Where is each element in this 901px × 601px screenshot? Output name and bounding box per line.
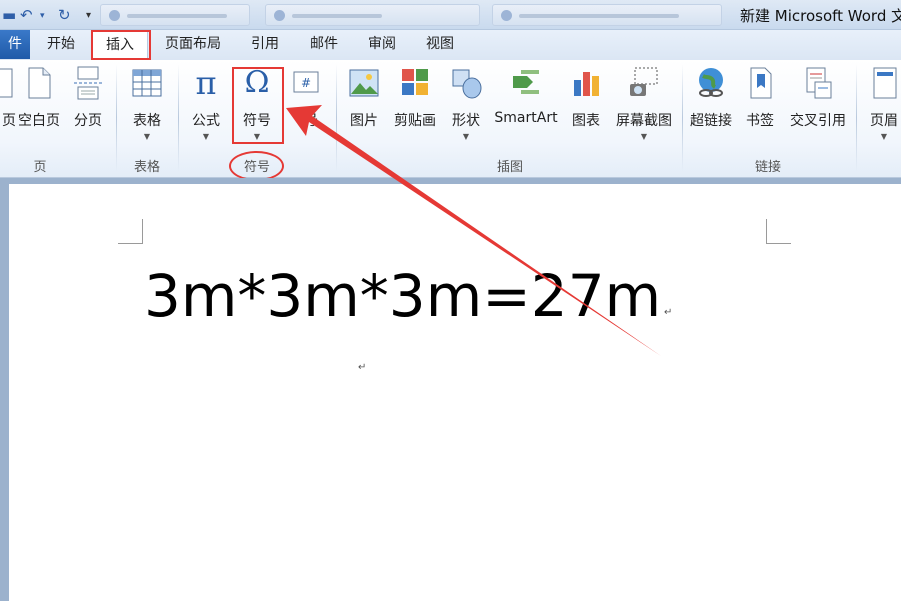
picture-button[interactable]: 图片 [344, 66, 384, 130]
table-button[interactable]: 表格 ▼ [124, 66, 170, 142]
smartart-icon [509, 66, 543, 100]
picture-icon [347, 66, 381, 100]
blank-page-button[interactable]: 空白页 [14, 66, 64, 130]
ribbon: 页 空白页 分页 页 表格 ▼ 表格 π 公式 ▼ Ω 符号 ▼ # 号 符号 … [0, 60, 901, 178]
pi-icon: π [195, 64, 217, 102]
cross-reference-icon [801, 66, 835, 100]
document-title: 新建 Microsoft Word 文 [740, 7, 901, 25]
insert-tab-highlight [91, 30, 151, 60]
customize-qat-icon[interactable]: ▾ [86, 10, 91, 21]
redo-icon[interactable]: ↻ [58, 6, 71, 24]
group-separator [856, 64, 857, 172]
tab-references[interactable]: 引用 [240, 30, 290, 59]
blurred-window-tab-1[interactable] [100, 4, 250, 26]
page-corner-mark [766, 219, 791, 244]
blank-page-icon [22, 66, 56, 100]
tab-mailings[interactable]: 邮件 [298, 30, 350, 59]
group-label-links: 链接 [754, 160, 781, 175]
bookmark-button[interactable]: 书签 [742, 66, 778, 130]
smartart-button[interactable]: SmartArt [490, 66, 562, 126]
tab-page-layout[interactable]: 页面布局 [156, 30, 230, 59]
window-tab-icon [501, 10, 512, 21]
clip-art-button[interactable]: 剪贴画 [390, 66, 440, 130]
shapes-icon [449, 66, 483, 100]
chart-button[interactable]: 图表 [566, 66, 606, 130]
title-bar: ▬ ↶ ▾ ↻ ▾ 新建 Microsoft Word 文 [0, 0, 901, 30]
clip-art-icon [398, 66, 432, 100]
table-icon [130, 66, 164, 100]
tab-view[interactable]: 视图 [414, 30, 466, 59]
tab-review[interactable]: 审阅 [356, 30, 408, 59]
window-tab-icon [274, 10, 285, 21]
page-break-button[interactable]: 分页 [70, 66, 106, 130]
shapes-button[interactable]: 形状 ▼ [446, 66, 486, 142]
paragraph-mark: ↵ [664, 307, 673, 318]
group-label-tables: 表格 [133, 160, 160, 175]
chevron-down-icon: ▼ [880, 132, 888, 141]
header-button[interactable]: 页眉 ▼ [862, 66, 901, 142]
page-corner-mark [118, 219, 143, 244]
chevron-down-icon: ▼ [202, 132, 210, 141]
chart-icon [569, 66, 603, 100]
screenshot-button[interactable]: 屏幕截图 ▼ [610, 66, 678, 142]
group-label-pages: 页 [33, 160, 47, 175]
window-tab-icon [109, 10, 120, 21]
symbol-group-label-highlight [229, 151, 284, 181]
number-label: 号 [304, 113, 318, 129]
number-icon: # [289, 66, 323, 100]
equation-button[interactable]: π 公式 ▼ [184, 66, 228, 142]
undo-icon[interactable]: ↶ [20, 6, 33, 24]
svg-text:#: # [301, 76, 311, 90]
save-icon[interactable]: ▬ [2, 6, 16, 24]
globe-link-icon [694, 66, 728, 100]
group-separator [336, 64, 337, 172]
group-separator [178, 64, 179, 172]
chevron-down-icon: ▼ [462, 132, 470, 141]
blurred-window-tab-2[interactable] [265, 4, 480, 26]
group-separator [682, 64, 683, 172]
screenshot-icon [627, 66, 661, 100]
cross-reference-button[interactable]: 交叉引用 [784, 66, 852, 130]
group-label-illustrations: 插图 [496, 160, 523, 175]
bookmark-icon [743, 66, 777, 100]
group-separator [116, 64, 117, 172]
tab-home[interactable]: 开始 [36, 30, 86, 59]
hyperlink-button[interactable]: 超链接 [686, 66, 736, 130]
document-page[interactable] [9, 184, 901, 601]
undo-dropdown-icon[interactable]: ▾ [40, 11, 45, 21]
chevron-down-icon: ▼ [640, 132, 648, 141]
paragraph-mark: ↵ [358, 362, 367, 373]
header-icon [867, 66, 901, 100]
chevron-down-icon: ▼ [143, 132, 151, 141]
tab-file[interactable]: 件 [0, 30, 30, 59]
page-break-icon [71, 66, 105, 100]
number-button[interactable]: # 号 [288, 66, 324, 130]
symbol-button-highlight [232, 67, 284, 144]
blurred-window-tab-3[interactable] [492, 4, 722, 26]
document-formula-text[interactable]: 3m*3m*3m=27m [144, 262, 661, 330]
